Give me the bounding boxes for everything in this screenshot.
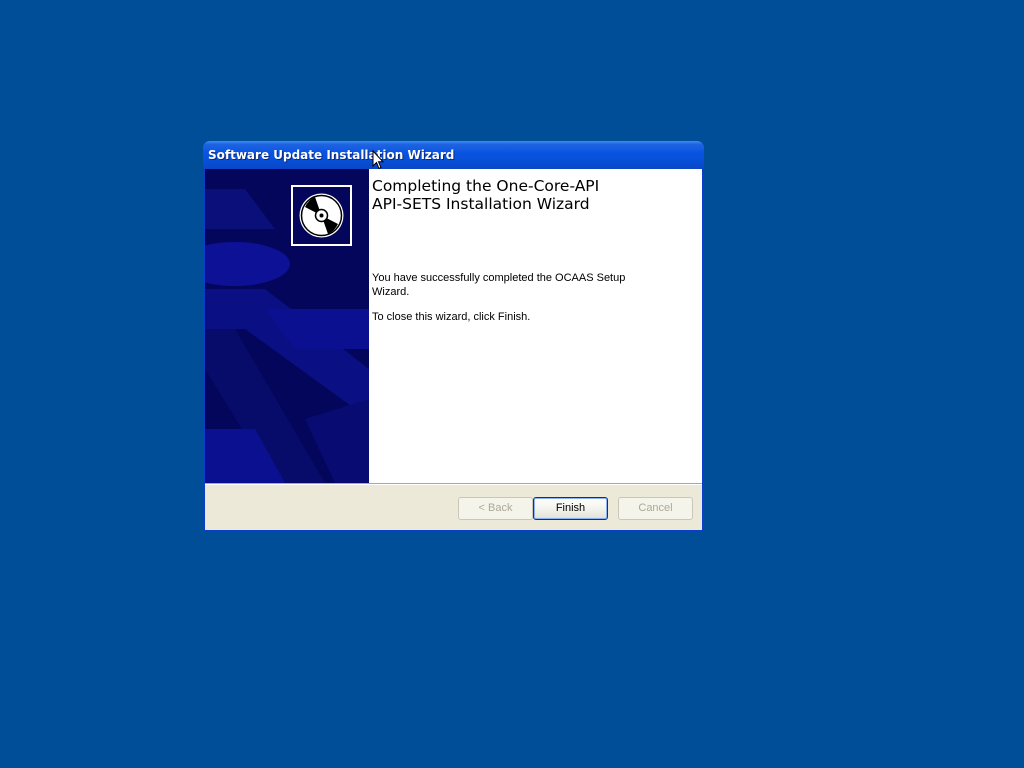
back-button[interactable]: < Back: [458, 497, 533, 520]
wizard-content-panel: Completing the One-Core-API API-SETS Ins…: [369, 169, 702, 483]
desktop: Software Update Installation Wizard Comp…: [0, 0, 1024, 768]
cd-disc-icon: [291, 185, 352, 246]
close-instruction: To close this wizard, click Finish.: [372, 311, 531, 323]
mouse-pointer-icon: [372, 150, 384, 170]
title-bar[interactable]: Software Update Installation Wizard: [203, 141, 704, 169]
wizard-heading: Completing the One-Core-API API-SETS Ins…: [372, 177, 692, 213]
window-title: Software Update Installation Wizard: [208, 148, 455, 162]
wizard-side-banner: [205, 169, 369, 483]
wizard-window: Software Update Installation Wizard Comp…: [203, 141, 704, 532]
finish-button[interactable]: Finish: [533, 497, 608, 520]
completion-message: You have successfully completed the OCAA…: [372, 272, 626, 298]
button-area-separator: [205, 483, 702, 485]
cancel-button[interactable]: Cancel: [618, 497, 693, 520]
wizard-heading-line1: Completing the One-Core-API: [372, 177, 600, 195]
wizard-client-area: Completing the One-Core-API API-SETS Ins…: [205, 169, 702, 530]
wizard-heading-line2: API-SETS Installation Wizard: [372, 195, 590, 213]
